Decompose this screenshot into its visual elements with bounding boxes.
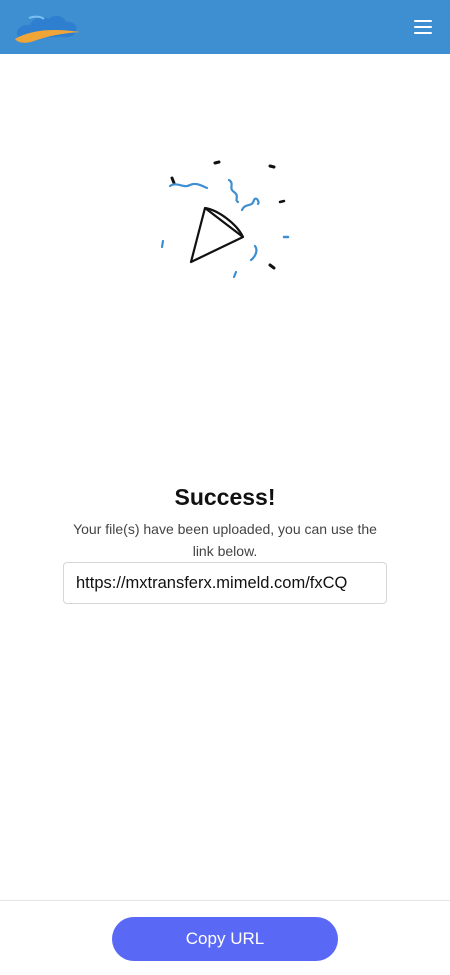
bottom-action-bar: Copy URL (0, 900, 450, 975)
share-url-field[interactable] (63, 562, 387, 604)
party-popper-icon (150, 150, 300, 285)
cloud-logo-icon[interactable] (12, 10, 82, 46)
hamburger-menu-icon[interactable] (414, 18, 434, 34)
top-navigation-bar (0, 0, 450, 54)
upload-success-screen: Success! Your file(s) have been uploaded… (0, 0, 450, 975)
copy-url-button[interactable]: Copy URL (112, 917, 338, 961)
success-title: Success! (174, 484, 276, 510)
upload-success-message: Your file(s) have been uploaded, you can… (73, 521, 377, 559)
